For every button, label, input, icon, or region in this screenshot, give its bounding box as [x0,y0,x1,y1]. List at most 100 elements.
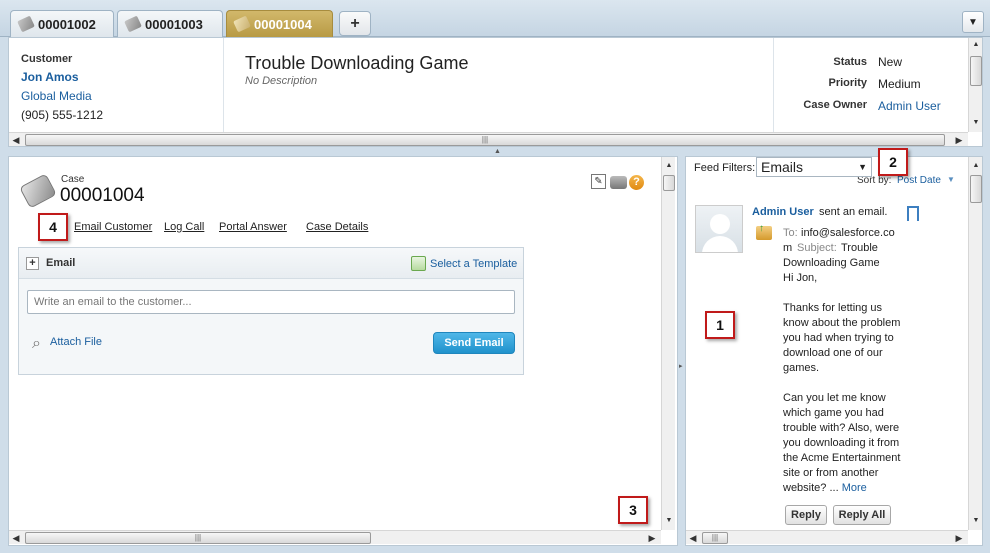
avatar-body [702,236,738,252]
tab-label: 00001002 [38,16,96,32]
case-detail-pane: Case 00001004 ✎ ? Email Customer Log Cal… [8,156,678,546]
feed-filter-value: Emails [761,159,804,175]
email-body-line [783,376,909,391]
scrollbar-thumb[interactable] [970,175,982,203]
feed-vertical-scrollbar[interactable]: ▲ ▼ [968,157,982,530]
chevron-down-icon: ▼ [968,16,978,28]
callout-1: 1 [705,311,735,339]
subject-value: Trouble [841,242,878,254]
feed-filter-select[interactable]: Emails ▼ [756,157,872,177]
chevron-down-icon: ▼ [858,162,867,172]
email-body-line: trouble with? Also, were [783,422,900,434]
feed-horizontal-scrollbar[interactable]: ◀ ||| ▶ [686,530,968,544]
scroll-up-icon[interactable]: ▲ [662,159,676,173]
chevron-down-icon[interactable]: ▼ [947,175,955,184]
scroll-right-icon[interactable]: ▶ [645,531,659,545]
email-body-line: site or from another [783,467,879,479]
scroll-up-icon[interactable]: ▲ [969,159,983,173]
email-body-line: you downloading it from [783,437,900,449]
tab-case-00001004[interactable]: 00001004 [226,10,333,37]
feed-filters-label: Feed Filters: [694,162,756,174]
feed-pane: Feed Filters: Sort by: Post Date ▼ Admin… [685,156,983,546]
help-icon[interactable]: ? [629,175,644,190]
scroll-down-icon[interactable]: ▼ [969,116,983,130]
tab-label: 00001003 [145,16,203,32]
email-body-line: the Acme Entertainment [783,452,901,464]
case-icon [124,15,142,33]
select-template-link[interactable]: Select a Template [430,258,517,270]
to-value: info@salesforce.co [801,227,895,239]
case-title: Trouble Downloading Game [245,53,469,73]
divider [223,38,224,132]
priority-label: Priority [828,77,867,89]
scrollbar-thumb[interactable]: ||| [25,134,945,146]
header-horizontal-scrollbar[interactable]: ◀ ||| ▶ [9,132,968,146]
left-horizontal-scrollbar[interactable]: ◀ ||| ▶ [9,530,661,544]
scrollbar-thumb[interactable] [970,56,982,86]
email-body-input[interactable]: Write an email to the customer... [27,290,515,314]
reply-all-button[interactable]: Reply All [833,505,891,525]
feed-action-text: sent an email. [819,206,888,218]
pane-splitter-icon[interactable]: ▸ [679,362,683,370]
scroll-up-icon[interactable]: ▲ [969,38,983,52]
callout-2: 2 [878,148,908,176]
scrollbar-thumb[interactable] [663,175,675,191]
email-body: Hi Jon, Thanks for letting us know about… [783,271,909,496]
email-body-line: Thanks for letting us [783,302,883,314]
edit-icon[interactable]: ✎ [591,174,606,189]
tab-case-00001003[interactable]: 00001003 [117,10,223,37]
status-value: New [878,55,903,69]
scroll-left-icon[interactable]: ◀ [9,531,23,545]
email-body-line: know about the problem [783,317,901,329]
customer-name-link[interactable]: Jon Amos [21,70,79,84]
log-call-action[interactable]: Log Call [164,221,204,233]
tab-case-00001002[interactable]: 00001002 [10,10,114,37]
more-link[interactable]: More [842,482,867,494]
scroll-right-icon[interactable]: ▶ [952,133,966,147]
scroll-right-icon[interactable]: ▶ [952,531,966,545]
to-label: To: [783,227,798,239]
callout-4: 4 [38,213,68,241]
avatar[interactable] [695,205,743,253]
bookmark-icon[interactable] [907,206,919,221]
template-icon[interactable] [411,256,426,271]
feed-author-link[interactable]: Admin User [752,206,814,218]
scroll-down-icon[interactable]: ▼ [969,514,983,528]
avatar-head [710,214,730,234]
divider [773,38,774,132]
case-header: Customer Jon Amos Global Media (905) 555… [8,37,983,147]
company-link[interactable]: Global Media [21,89,92,103]
case-details-action[interactable]: Case Details [306,221,368,233]
reply-button[interactable]: Reply [785,505,827,525]
scrollbar-thumb[interactable]: ||| [25,532,371,544]
portal-answer-action[interactable]: Portal Answer [219,221,287,233]
new-tab-button[interactable]: + [339,11,371,36]
email-publisher: + Email Select a Template Write an email… [18,247,524,375]
email-body-line: Hi Jon, [783,272,818,284]
case-owner-link[interactable]: Admin User [878,99,941,113]
sort-by-link[interactable]: Post Date [897,175,941,186]
case-description: No Description [245,75,318,87]
email-customer-action[interactable]: Email Customer [74,221,152,233]
tab-menu-button[interactable]: ▼ [962,11,984,33]
scroll-left-icon[interactable]: ◀ [9,133,23,147]
scroll-down-icon[interactable]: ▼ [662,514,676,528]
email-sent-icon: ↑ [756,223,772,240]
collapse-header-icon[interactable]: ▲ [494,148,501,155]
scrollbar-thumb[interactable]: ||| [702,532,728,544]
expand-icon[interactable]: + [26,257,39,270]
email-body-line: download one of our [783,347,883,359]
left-vertical-scrollbar[interactable]: ▲ ▼ [661,157,675,530]
scroll-left-icon[interactable]: ◀ [686,531,700,545]
paperclip-icon[interactable]: ⌕ [32,335,41,353]
case-icon [233,15,251,33]
arrow-up-icon: ↑ [759,223,764,234]
case-icon [19,173,57,209]
attach-file-link[interactable]: Attach File [50,336,102,348]
send-email-button[interactable]: Send Email [433,332,515,354]
header-vertical-scrollbar[interactable]: ▲ ▼ [968,38,982,132]
email-body-line: games. [783,362,820,374]
customer-phone: (905) 555-1212 [21,108,104,122]
case-owner-label: Case Owner [803,99,867,111]
print-icon[interactable] [610,176,627,189]
